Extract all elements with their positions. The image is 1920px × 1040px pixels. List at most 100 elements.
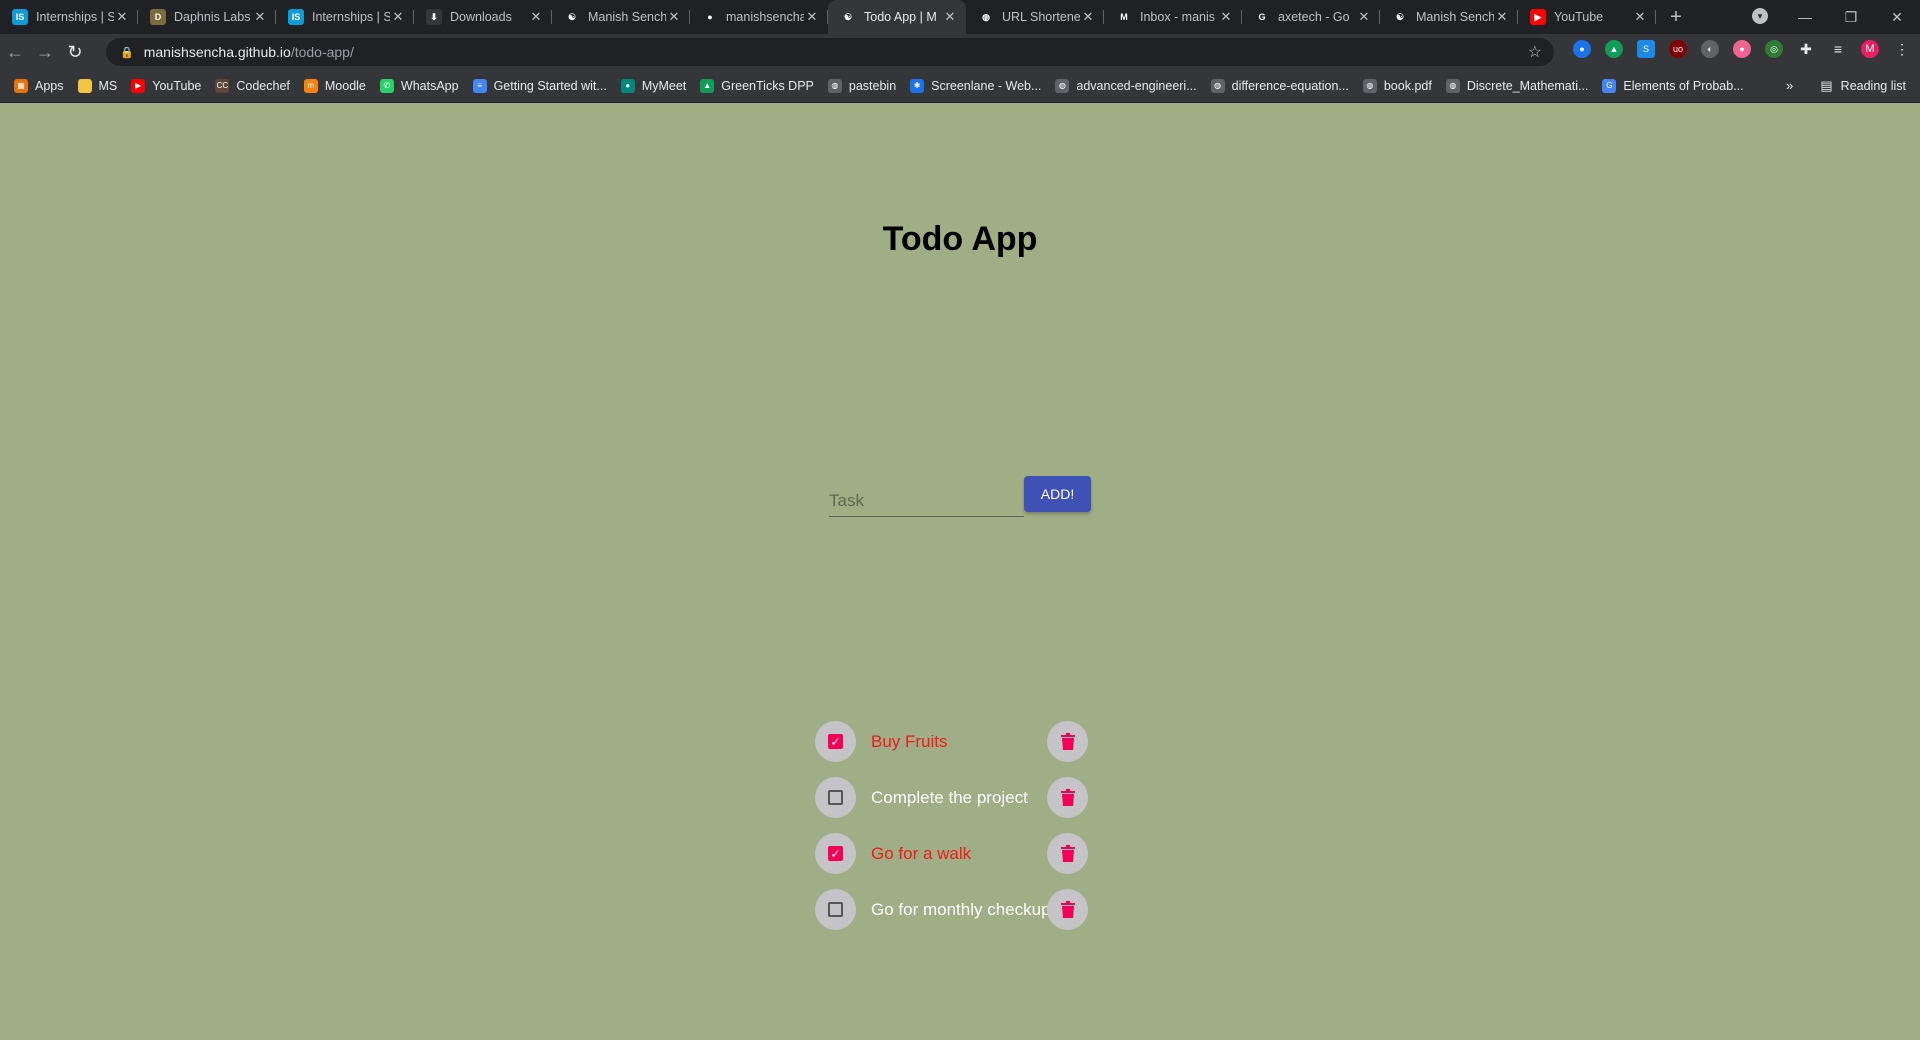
tab-title: YouTube (1554, 10, 1604, 24)
delete-todo-button[interactable] (1047, 777, 1088, 818)
browser-tab[interactable]: ⬇ Downloads ✕ (414, 0, 552, 34)
bookmark-label: Moodle (324, 79, 366, 93)
close-tab-icon[interactable]: ✕ (942, 9, 958, 25)
puzzle-icon[interactable]: ✚ (1797, 40, 1815, 58)
todo-checkbox[interactable] (815, 777, 856, 818)
restore-button[interactable]: ❐ (1828, 9, 1874, 26)
close-tab-icon[interactable]: ✕ (1632, 9, 1648, 25)
todo-item: Complete the project (815, 777, 1090, 833)
bookmark-item[interactable]: CC Codechef (215, 79, 290, 93)
extension-icon[interactable]: ◐ (1701, 40, 1719, 58)
extension-icon[interactable]: ● (1573, 40, 1591, 58)
delete-todo-button[interactable] (1047, 889, 1088, 930)
bookmark-item[interactable]: ◍ advanced-engineeri... (1055, 79, 1197, 93)
bookmark-item[interactable]: ▶ YouTube (131, 79, 201, 93)
menu-kebab-icon[interactable]: ⋮ (1893, 40, 1911, 58)
browser-tab[interactable]: IS Internships | S ✕ (276, 0, 414, 34)
bookmark-item[interactable]: m Moodle (303, 79, 366, 93)
daphnis-icon: D (150, 9, 166, 25)
s-extension-icon[interactable]: S (1637, 40, 1655, 58)
todo-item: ✓ Go for a walk (815, 833, 1090, 889)
back-button[interactable]: ← (0, 42, 30, 63)
close-tab-icon[interactable]: ✕ (1218, 9, 1234, 25)
todo-text: Go for monthly checkup. (871, 900, 1056, 919)
task-input[interactable] (829, 486, 1024, 517)
close-tab-icon[interactable]: ✕ (528, 9, 544, 25)
address-bar[interactable]: 🔒 manishsencha.github.io/todo-app/ ☆ (106, 38, 1554, 66)
tab-title: URL Shortene (1002, 10, 1080, 24)
bookmark-item[interactable]: ▦ Apps (14, 79, 64, 93)
browser-tab[interactable]: ☯ Todo App | M ✕ (828, 0, 966, 34)
minimize-button[interactable]: — (1782, 9, 1828, 25)
ublock-icon[interactable]: uo (1669, 40, 1687, 58)
add-task-button[interactable]: ADD! (1024, 476, 1091, 512)
bookmark-item[interactable]: G Elements of Probab... (1602, 79, 1744, 93)
tab-title: Internships | S (36, 10, 114, 24)
browser-tab[interactable]: ▶ YouTube ✕ (1518, 0, 1656, 34)
todo-item: ✓ Buy Fruits (815, 721, 1090, 777)
trash-icon (1060, 845, 1075, 862)
close-tab-icon[interactable]: ✕ (114, 9, 130, 25)
drive-extension-icon[interactable]: ▲ (1605, 40, 1623, 58)
extension-icon[interactable]: ● (1733, 40, 1751, 58)
close-window-button[interactable]: ✕ (1874, 9, 1920, 26)
browser-tab[interactable]: ◍ URL Shortene ✕ (966, 0, 1104, 34)
todo-text: Buy Fruits (871, 732, 948, 751)
bookmark-star-icon[interactable]: ☆ (1528, 42, 1542, 62)
browser-tab[interactable]: D Daphnis Labs ✕ (138, 0, 276, 34)
todo-checkbox[interactable] (815, 889, 856, 930)
bookmark-label: GreenTicks DPP (721, 79, 814, 93)
extensions-area: ● ▲ S uo ◐ ● ◎ ✚ ≡ M ⋮ (1566, 40, 1918, 58)
screenlane-icon: ✱ (910, 79, 925, 93)
browser-tab[interactable]: ● manishsencha ✕ (690, 0, 828, 34)
extension-icon[interactable]: ◎ (1765, 40, 1783, 58)
bookmark-label: Screenlane - Web... (931, 79, 1042, 93)
close-tab-icon[interactable]: ✕ (666, 9, 682, 25)
url-path: /todo-app/ (290, 44, 354, 60)
close-tab-icon[interactable]: ✕ (390, 9, 406, 25)
bookmark-label: Apps (35, 79, 64, 93)
bookmark-label: Getting Started wit... (493, 79, 607, 93)
bookmark-item[interactable]: ✆ WhatsApp (379, 79, 459, 93)
browser-tab[interactable]: Gaxetech - Go ✕ (1242, 0, 1380, 34)
bookmark-item[interactable]: ◍ difference-equation... (1210, 79, 1349, 93)
browser-tab[interactable]: M Inbox - manis ✕ (1104, 0, 1242, 34)
bookmark-item[interactable]: ◍ book.pdf (1362, 79, 1432, 93)
browser-tab[interactable]: IS Internships | S ✕ (0, 0, 138, 34)
browser-tab[interactable]: ☯ Manish Sench ✕ (1380, 0, 1518, 34)
reading-list-button[interactable]: ▤ Reading list (1820, 78, 1906, 94)
bookmark-item[interactable]: ◍ Discrete_Mathemati... (1445, 79, 1588, 93)
close-tab-icon[interactable]: ✕ (252, 9, 268, 25)
bookmark-item[interactable]: ≡ Getting Started wit... (472, 79, 607, 93)
bookmark-item[interactable]: ▲ GreenTicks DPP (700, 79, 814, 93)
docs-icon: ≡ (472, 79, 487, 93)
bookmark-item[interactable]: MS (77, 79, 117, 93)
delete-todo-button[interactable] (1047, 721, 1088, 762)
delete-todo-button[interactable] (1047, 833, 1088, 874)
globe-icon: ◍ (1362, 79, 1377, 93)
whatsapp-icon: ✆ (379, 79, 394, 93)
bookmark-item[interactable]: ● MyMeet (620, 79, 686, 93)
globe-icon: ◍ (978, 9, 994, 25)
profile-avatar[interactable]: M (1861, 40, 1879, 58)
browser-tab[interactable]: ☯ Manish Sench ✕ (552, 0, 690, 34)
close-tab-icon[interactable]: ✕ (1080, 9, 1096, 25)
bookmark-item[interactable]: ✱ Screenlane - Web... (910, 79, 1041, 93)
close-tab-icon[interactable]: ✕ (1494, 9, 1510, 25)
todo-checkbox[interactable]: ✓ (815, 833, 856, 874)
forward-button[interactable]: → (30, 42, 60, 63)
bookmark-item[interactable]: ◍ pastebin (827, 79, 896, 93)
trash-icon (1060, 789, 1075, 806)
tab-search-icon[interactable]: ▾ (1752, 8, 1768, 24)
close-tab-icon[interactable]: ✕ (1356, 9, 1372, 25)
window-controls: — ❐ ✕ (1782, 0, 1920, 34)
trash-body (1061, 738, 1074, 750)
todo-checkbox[interactable]: ✓ (815, 721, 856, 762)
todo-text: Go for a walk (871, 844, 972, 863)
todo-item: Go for monthly checkup. (815, 889, 1090, 945)
close-tab-icon[interactable]: ✕ (804, 9, 820, 25)
bookmarks-overflow-button[interactable]: » (1786, 78, 1793, 93)
new-tab-button[interactable]: + (1662, 6, 1690, 29)
media-queue-icon[interactable]: ≡ (1829, 40, 1847, 58)
reload-button[interactable]: ↻ (60, 42, 90, 63)
